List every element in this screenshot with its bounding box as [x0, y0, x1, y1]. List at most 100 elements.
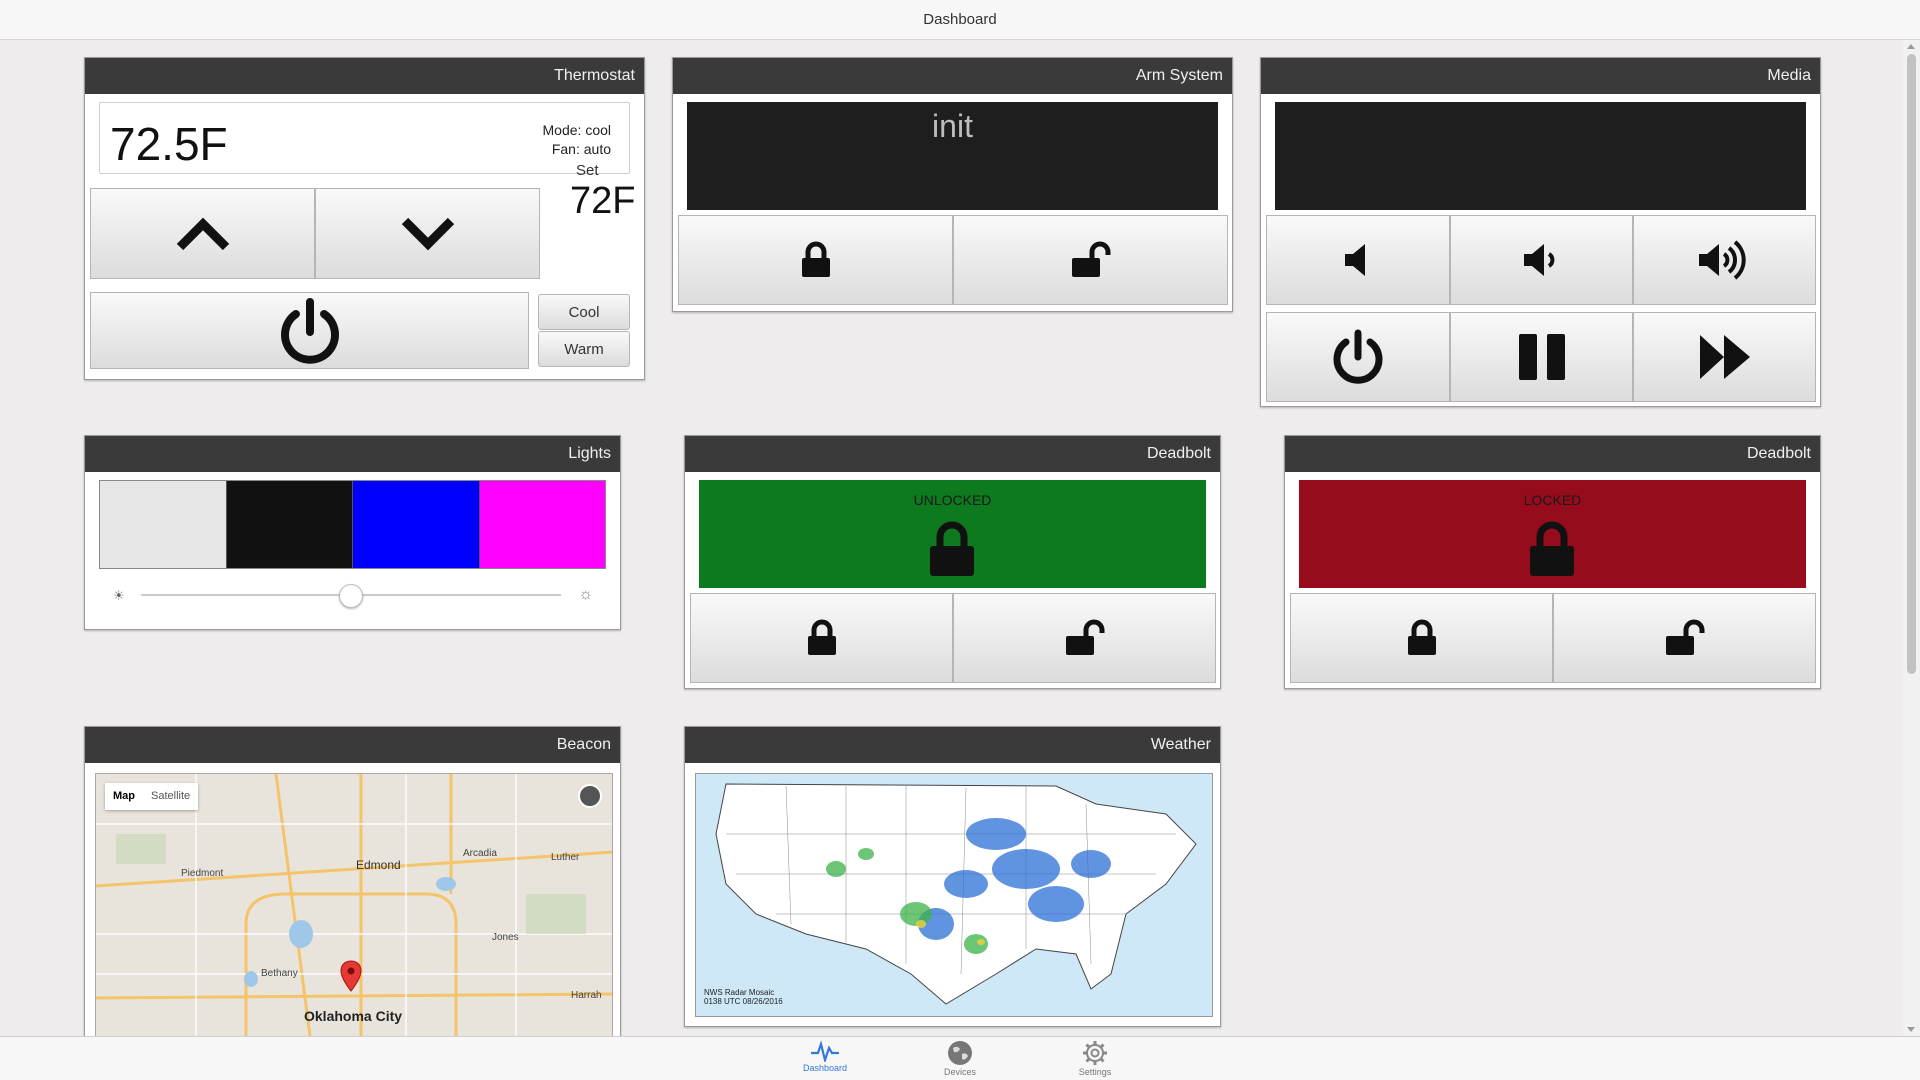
- temperature-display: 72.5F Mode: cool Fan: auto: [99, 102, 630, 174]
- fast-forward-icon: [1699, 335, 1750, 379]
- slider-thumb[interactable]: [339, 584, 363, 608]
- radar-caption: NWS Radar Mosaic 0138 UTC 08/26/2016: [704, 988, 783, 1006]
- swatch-blue[interactable]: [352, 481, 479, 568]
- pause-icon: [1518, 334, 1565, 380]
- map-tab[interactable]: Map: [105, 783, 143, 810]
- street-view-icon[interactable]: [578, 784, 602, 808]
- lock-icon: [1407, 619, 1436, 655]
- lock-status-text: UNLOCKED: [913, 492, 992, 508]
- media-title: Media: [1261, 58, 1820, 94]
- lock-icon: [807, 619, 836, 655]
- current-temperature: 72.5F: [110, 118, 228, 170]
- volume-low-icon: [1523, 244, 1554, 276]
- map-label-oklahoma-city: Oklahoma City: [304, 1008, 403, 1024]
- lock-status-locked: LOCKED: [1299, 480, 1806, 588]
- swatch-magenta[interactable]: [478, 481, 605, 568]
- lock-icon: [801, 241, 830, 277]
- scroll-down-arrow[interactable]: [1907, 1027, 1915, 1032]
- beacon-title: Beacon: [85, 727, 620, 763]
- weather-panel: Weather NWS Radar Mosaic 0138 UTC 08/26/…: [684, 726, 1221, 1027]
- volume-up-button[interactable]: [1633, 215, 1816, 305]
- swatch-black[interactable]: [225, 481, 352, 568]
- page-title: Dashboard: [923, 11, 997, 28]
- arm-lock-button[interactable]: [678, 215, 953, 305]
- arm-status-text: init: [932, 108, 973, 144]
- unlock-icon: [1665, 619, 1704, 655]
- media-panel: Media: [1260, 57, 1821, 407]
- set-label: Set: [576, 162, 599, 179]
- map-label-luther: Luther: [551, 852, 580, 863]
- volume-high-icon: [1698, 240, 1746, 280]
- mode-text: Mode: cool: [542, 122, 611, 138]
- thermostat-title: Thermostat: [85, 58, 644, 94]
- map-roads: [96, 774, 612, 1042]
- tab-label: Settings: [1078, 1067, 1112, 1077]
- lock-status-unlocked: UNLOCKED: [699, 480, 1206, 588]
- deadbolt-panel-1: Deadbolt UNLOCKED: [684, 435, 1221, 689]
- chevron-down-icon: [401, 217, 454, 250]
- bottom-tab-bar: Dashboard Devices Settings: [0, 1036, 1920, 1080]
- lock-icon: [930, 521, 974, 576]
- color-swatches: [99, 480, 606, 569]
- lights-title: Lights: [85, 436, 620, 472]
- us-radar-map: [696, 774, 1212, 1016]
- radar-map-image: NWS Radar Mosaic 0138 UTC 08/26/2016: [695, 773, 1213, 1017]
- deadbolt-2-unlock-button[interactable]: [1553, 593, 1816, 683]
- deadbolt-1-unlock-button[interactable]: [953, 593, 1216, 683]
- satellite-tab[interactable]: Satellite: [143, 783, 198, 810]
- map-label-piedmont: Piedmont: [181, 868, 224, 879]
- unlock-icon: [1065, 619, 1104, 655]
- temp-down-button[interactable]: [315, 188, 540, 279]
- weather-title: Weather: [685, 727, 1220, 763]
- scroll-up-arrow[interactable]: [1907, 44, 1915, 49]
- scrollbar-thumb[interactable]: [1907, 54, 1916, 674]
- lock-icon: [1530, 521, 1574, 576]
- map-pin-icon[interactable]: [340, 960, 362, 992]
- gear-icon: [1083, 1041, 1107, 1065]
- power-icon: [1333, 329, 1383, 384]
- deadbolt-panel-2: Deadbolt LOCKED: [1284, 435, 1821, 689]
- set-temperature: 72F: [570, 180, 636, 222]
- brightness-high-icon: ☼: [578, 586, 593, 603]
- cool-button[interactable]: Cool: [538, 294, 630, 330]
- deadbolt-1-title: Deadbolt: [685, 436, 1220, 472]
- lights-panel: Lights ☀ ☼: [84, 435, 621, 630]
- thermostat-power-button[interactable]: [90, 292, 529, 369]
- brightness-slider[interactable]: ☀ ☼: [99, 575, 606, 615]
- deadbolt-1-lock-button[interactable]: [690, 593, 953, 683]
- tab-label: Dashboard: [802, 1063, 848, 1073]
- arm-system-title: Arm System: [673, 58, 1232, 94]
- temp-up-button[interactable]: [90, 188, 315, 279]
- map-label-arcadia: Arcadia: [463, 848, 497, 859]
- beacon-map[interactable]: Map Satellite Edmond Arcadia Luther Pied…: [95, 773, 613, 1043]
- media-display: [1275, 102, 1806, 210]
- pulse-icon: [811, 1040, 839, 1062]
- map-label-edmond: Edmond: [356, 858, 401, 872]
- fan-text: Fan: auto: [551, 141, 611, 157]
- volume-mute-button[interactable]: [1266, 215, 1450, 305]
- globe-icon: [948, 1041, 972, 1065]
- map-label-bethany: Bethany: [261, 968, 298, 979]
- tab-devices[interactable]: Devices: [920, 1037, 1000, 1080]
- unlock-icon: [1071, 241, 1110, 277]
- map-label-jones: Jones: [492, 932, 519, 943]
- chevron-up-icon: [176, 217, 229, 250]
- arm-unlock-button[interactable]: [953, 215, 1228, 305]
- deadbolt-2-title: Deadbolt: [1285, 436, 1820, 472]
- warm-button[interactable]: Warm: [538, 331, 630, 367]
- thermostat-panel: Thermostat 72.5F Mode: cool Fan: auto Se…: [84, 57, 645, 380]
- top-bar: Dashboard: [0, 0, 1920, 40]
- tab-dashboard[interactable]: Dashboard: [785, 1037, 865, 1080]
- deadbolt-2-lock-button[interactable]: [1290, 593, 1553, 683]
- swatch-white[interactable]: [100, 481, 226, 568]
- volume-off-icon: [1345, 244, 1365, 276]
- tab-settings[interactable]: Settings: [1055, 1037, 1135, 1080]
- beacon-panel: Beacon Map Satellite Edmond Arcadia Luth…: [84, 726, 621, 1046]
- fast-forward-button[interactable]: [1633, 312, 1816, 402]
- scrollbar[interactable]: [1903, 40, 1920, 1036]
- volume-down-button[interactable]: [1450, 215, 1633, 305]
- pause-button[interactable]: [1450, 312, 1633, 402]
- media-power-button[interactable]: [1266, 312, 1450, 402]
- lock-status-text: LOCKED: [1523, 492, 1582, 508]
- arm-system-panel: Arm System init: [672, 57, 1233, 312]
